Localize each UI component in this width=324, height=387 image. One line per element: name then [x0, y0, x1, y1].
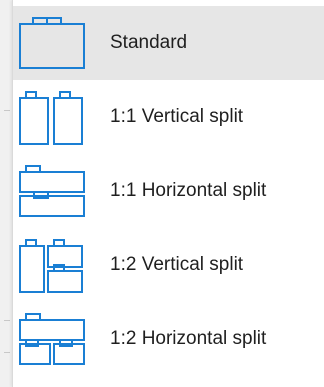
layout-dropdown-menu: Standard 1:1 Vertical split 1:1 Horizont… — [12, 0, 324, 387]
layout-option-label: 1:1 Vertical split — [110, 106, 244, 127]
layout-option-standard[interactable]: Standard — [13, 6, 324, 80]
layout-option-horizontal-split-1-1[interactable]: 1:1 Horizontal split — [13, 154, 324, 228]
vertical-split-1-2-icon — [18, 238, 88, 294]
layout-option-vertical-split-1-1[interactable]: 1:1 Vertical split — [13, 80, 324, 154]
background-divider — [4, 110, 10, 111]
standard-layout-icon — [18, 16, 88, 72]
layout-option-horizontal-split-1-2[interactable]: 1:2 Horizontal split — [13, 302, 324, 376]
horizontal-split-1-2-icon — [18, 312, 88, 368]
layout-option-label: Standard — [110, 32, 188, 53]
layout-option-vertical-split-1-2[interactable]: 1:2 Vertical split — [13, 228, 324, 302]
layout-option-label: 1:2 Horizontal split — [110, 328, 267, 349]
background-divider — [4, 352, 10, 353]
background-window-edge — [0, 0, 12, 387]
horizontal-split-1-1-icon — [18, 164, 88, 220]
layout-option-label: 1:2 Vertical split — [110, 254, 244, 275]
background-divider — [4, 320, 10, 321]
vertical-split-1-1-icon — [18, 90, 88, 146]
layout-option-label: 1:1 Horizontal split — [110, 180, 267, 201]
